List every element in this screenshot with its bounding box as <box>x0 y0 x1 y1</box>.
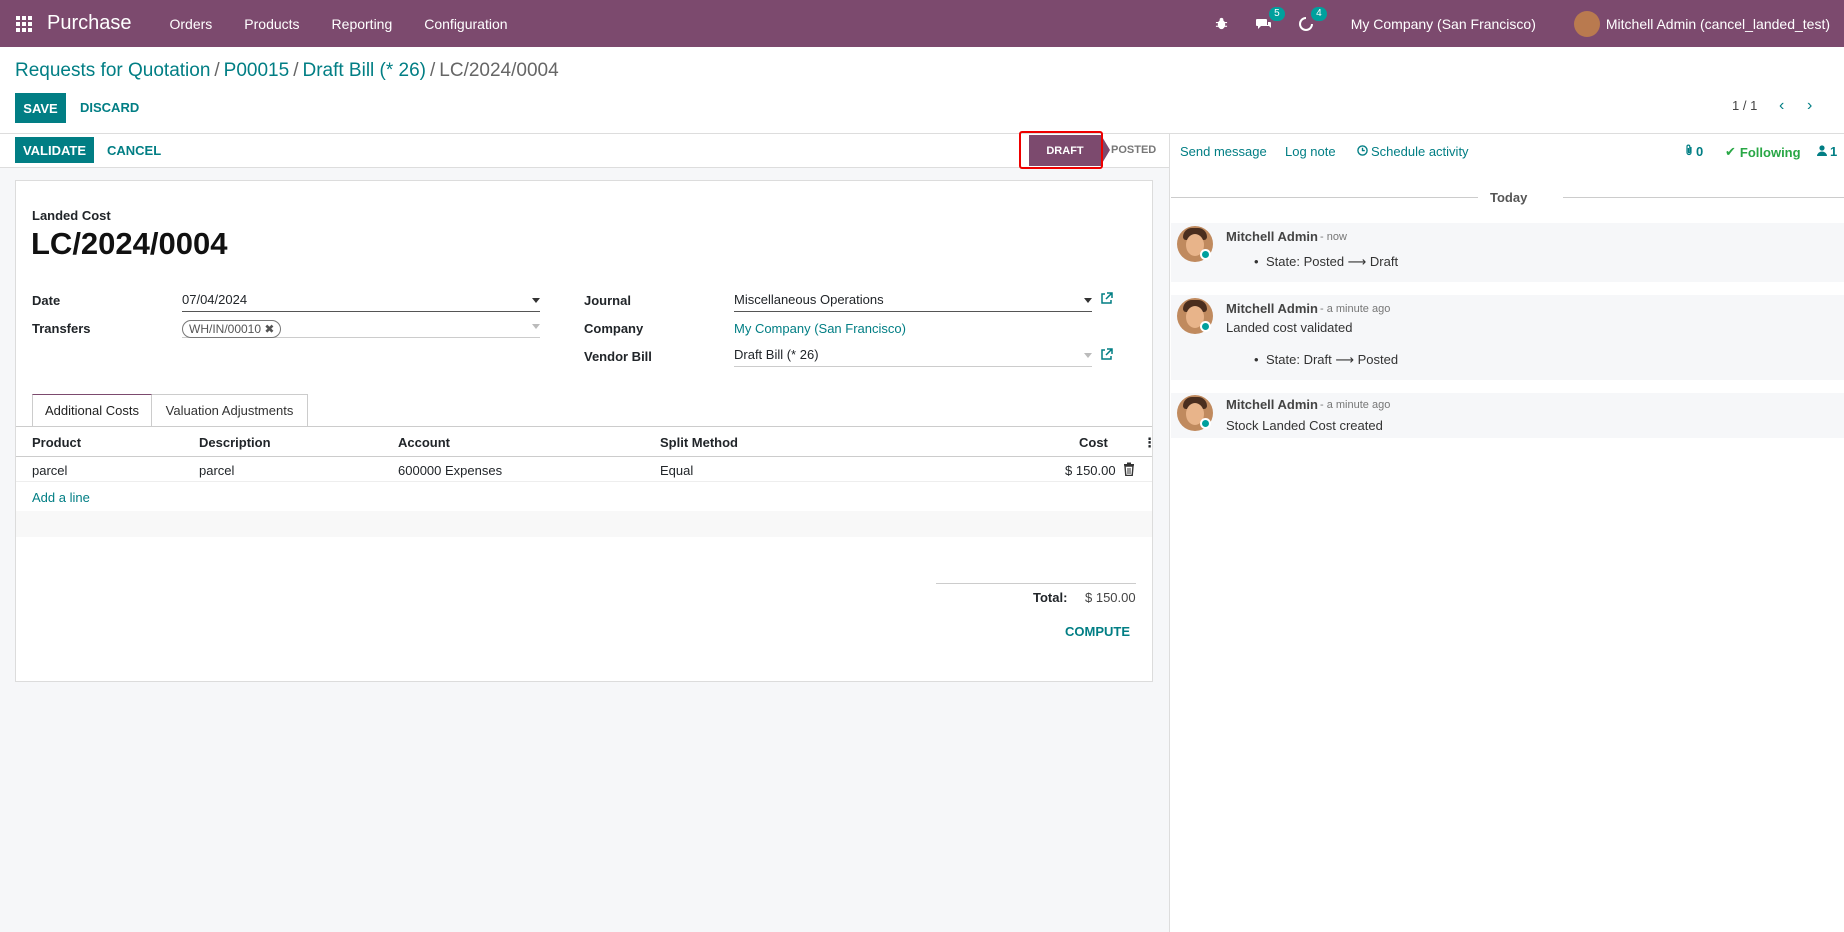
message-author[interactable]: Mitchell Admin <box>1226 301 1318 316</box>
add-line-link[interactable]: Add a line <box>32 490 90 505</box>
following-button[interactable]: ✔ Following <box>1725 144 1801 160</box>
discard-button[interactable]: DISCARD <box>80 100 139 115</box>
menu-products[interactable]: Products <box>244 16 299 32</box>
clock-icon <box>1357 144 1368 159</box>
status-highlight-box <box>1019 131 1103 169</box>
col-split-method[interactable]: Split Method <box>660 435 738 450</box>
message-time: - a minute ago <box>1320 399 1391 411</box>
paperclip-icon <box>1684 144 1694 159</box>
followers-button[interactable]: 1 <box>1817 144 1837 159</box>
save-button[interactable]: SAVE <box>15 93 66 123</box>
message-time: - a minute ago <box>1320 303 1391 315</box>
total-label: Total: <box>1033 590 1068 605</box>
online-status-icon <box>1200 321 1211 332</box>
breadcrumb-bill[interactable]: Draft Bill (* 26) <box>302 60 426 81</box>
check-icon: ✔ <box>1725 144 1736 159</box>
transfers-label: Transfers <box>32 321 91 336</box>
cell-account[interactable]: 600000 Expenses <box>398 463 502 478</box>
vendor-bill-label: Vendor Bill <box>584 349 652 364</box>
pager-prev-icon[interactable]: ‹ <box>1779 97 1784 115</box>
log-note-button[interactable]: Log note <box>1285 144 1336 159</box>
user-name: Mitchell Admin (cancel_landed_test) <box>1605 15 1830 32</box>
date-separator: Today <box>1490 190 1528 205</box>
online-status-icon <box>1200 249 1211 260</box>
company-label: Company <box>584 321 644 336</box>
title-label: Landed Cost <box>32 208 111 223</box>
compute-button[interactable]: COMPUTE <box>1065 624 1130 639</box>
pager-next-icon[interactable]: › <box>1807 97 1812 115</box>
tab-divider <box>16 426 1152 427</box>
online-status-icon <box>1200 418 1211 429</box>
cell-cost[interactable]: $ 150.00 <box>1065 463 1116 478</box>
menu-configuration[interactable]: Configuration <box>424 16 507 32</box>
journal-external-link-icon[interactable] <box>1100 292 1113 308</box>
date-separator-line <box>1171 197 1478 198</box>
messages-badge: 5 <box>1269 6 1285 21</box>
message-body: Stock Landed Cost created <box>1226 418 1383 433</box>
tag-remove-icon[interactable]: ✖ <box>264 322 274 336</box>
menu-orders[interactable]: Orders <box>170 16 213 32</box>
col-cost[interactable]: Cost <box>1079 435 1108 450</box>
send-message-button[interactable]: Send message <box>1180 144 1267 159</box>
empty-row <box>16 511 1152 537</box>
record-title: LC/2024/0004 <box>31 226 228 261</box>
company-switcher[interactable]: My Company (San Francisco) <box>1351 16 1536 32</box>
cancel-button[interactable]: CANCEL <box>107 143 161 158</box>
col-description[interactable]: Description <box>199 435 271 450</box>
schedule-activity-button[interactable]: Schedule activity <box>1357 144 1469 159</box>
table-header-divider <box>16 456 1152 457</box>
row-divider <box>16 481 1152 482</box>
apps-menu-icon[interactable] <box>0 0 47 47</box>
cell-product[interactable]: parcel <box>32 463 67 478</box>
app-name[interactable]: Purchase <box>47 12 132 35</box>
journal-label: Journal <box>584 293 631 308</box>
bug-icon[interactable] <box>1213 15 1231 33</box>
message-author[interactable]: Mitchell Admin <box>1226 397 1318 412</box>
column-options-icon[interactable]: ⋮ <box>1143 435 1156 451</box>
validate-button[interactable]: VALIDATE <box>15 137 94 163</box>
message-author[interactable]: Mitchell Admin <box>1226 229 1318 244</box>
breadcrumb-rfq[interactable]: Requests for Quotation <box>15 60 210 81</box>
breadcrumb: Requests for Quotation / P00015/Draft Bill… <box>15 60 559 81</box>
date-input[interactable]: 07/04/2024 <box>182 292 540 312</box>
activity-clock-icon[interactable]: 4 <box>1297 6 1327 33</box>
vendor-bill-caret-icon <box>1084 353 1092 358</box>
breadcrumb-current: LC/2024/0004 <box>439 60 559 81</box>
user-menu[interactable]: Mitchell Admin (cancel_landed_test) <box>1573 10 1830 37</box>
journal-input[interactable]: Miscellaneous Operations <box>734 292 1092 312</box>
journal-caret-icon <box>1084 298 1092 303</box>
breadcrumb-po[interactable]: P00015 <box>224 60 290 81</box>
company-link[interactable]: My Company (San Francisco) <box>734 321 906 336</box>
activities-badge: 4 <box>1311 6 1327 21</box>
tab-additional-costs[interactable]: Additional Costs <box>32 394 152 427</box>
status-posted[interactable]: POSTED <box>1111 144 1156 156</box>
transfer-tag[interactable]: WH/IN/00010 ✖ <box>182 320 282 338</box>
date-caret-icon <box>532 298 540 303</box>
form-statusbar <box>0 134 1169 168</box>
message-body: Landed cost validated <box>1226 320 1353 335</box>
vendor-bill-input[interactable]: Draft Bill (* 26) <box>734 347 1092 367</box>
col-product[interactable]: Product <box>32 435 81 450</box>
tracking-value: State: Draft ⟶ Posted <box>1254 352 1398 368</box>
top-navbar: Purchase Orders Products Reporting Confi… <box>0 0 1844 47</box>
cell-split-method[interactable]: Equal <box>660 463 693 478</box>
messages-icon[interactable]: 5 <box>1255 6 1285 33</box>
user-icon <box>1817 144 1827 159</box>
transfers-caret-icon <box>532 324 540 329</box>
pager-value[interactable]: 1 / 1 <box>1732 98 1757 113</box>
vendor-bill-external-link-icon[interactable] <box>1100 348 1113 364</box>
message-time: - now <box>1320 231 1347 243</box>
menu-reporting[interactable]: Reporting <box>332 16 393 32</box>
col-account[interactable]: Account <box>398 435 450 450</box>
tab-valuation-adjustments[interactable]: Valuation Adjustments <box>152 394 308 427</box>
attachments-button[interactable]: 0 <box>1684 144 1703 159</box>
user-avatar <box>1573 10 1600 37</box>
total-value: $ 150.00 <box>1085 590 1136 605</box>
cell-description[interactable]: parcel <box>199 463 234 478</box>
tracking-value: State: Posted ⟶ Draft <box>1254 254 1398 270</box>
total-divider <box>936 583 1136 584</box>
delete-row-icon[interactable] <box>1123 462 1135 477</box>
date-separator-line <box>1563 197 1844 198</box>
date-label: Date <box>32 293 61 308</box>
